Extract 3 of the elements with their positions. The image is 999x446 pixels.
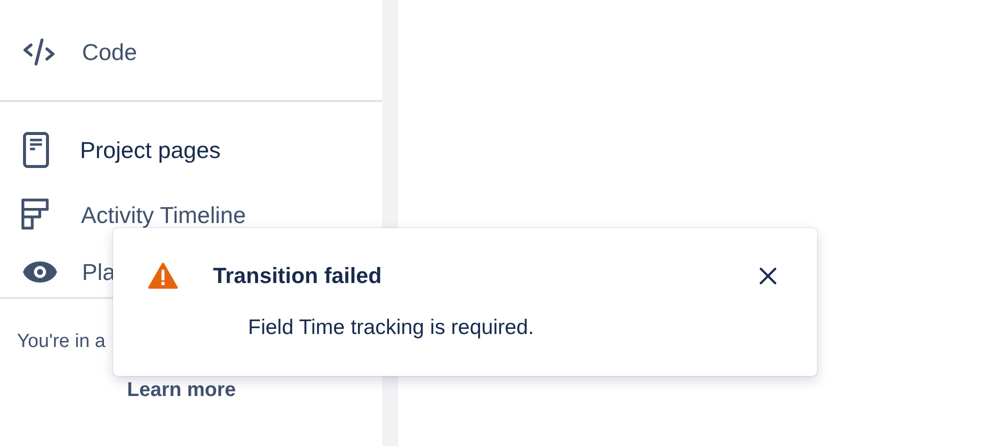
flag-title: Transition failed (213, 263, 382, 289)
flag-message: Field Time tracking is required. (248, 316, 535, 340)
info-text: You're in a (17, 331, 106, 353)
